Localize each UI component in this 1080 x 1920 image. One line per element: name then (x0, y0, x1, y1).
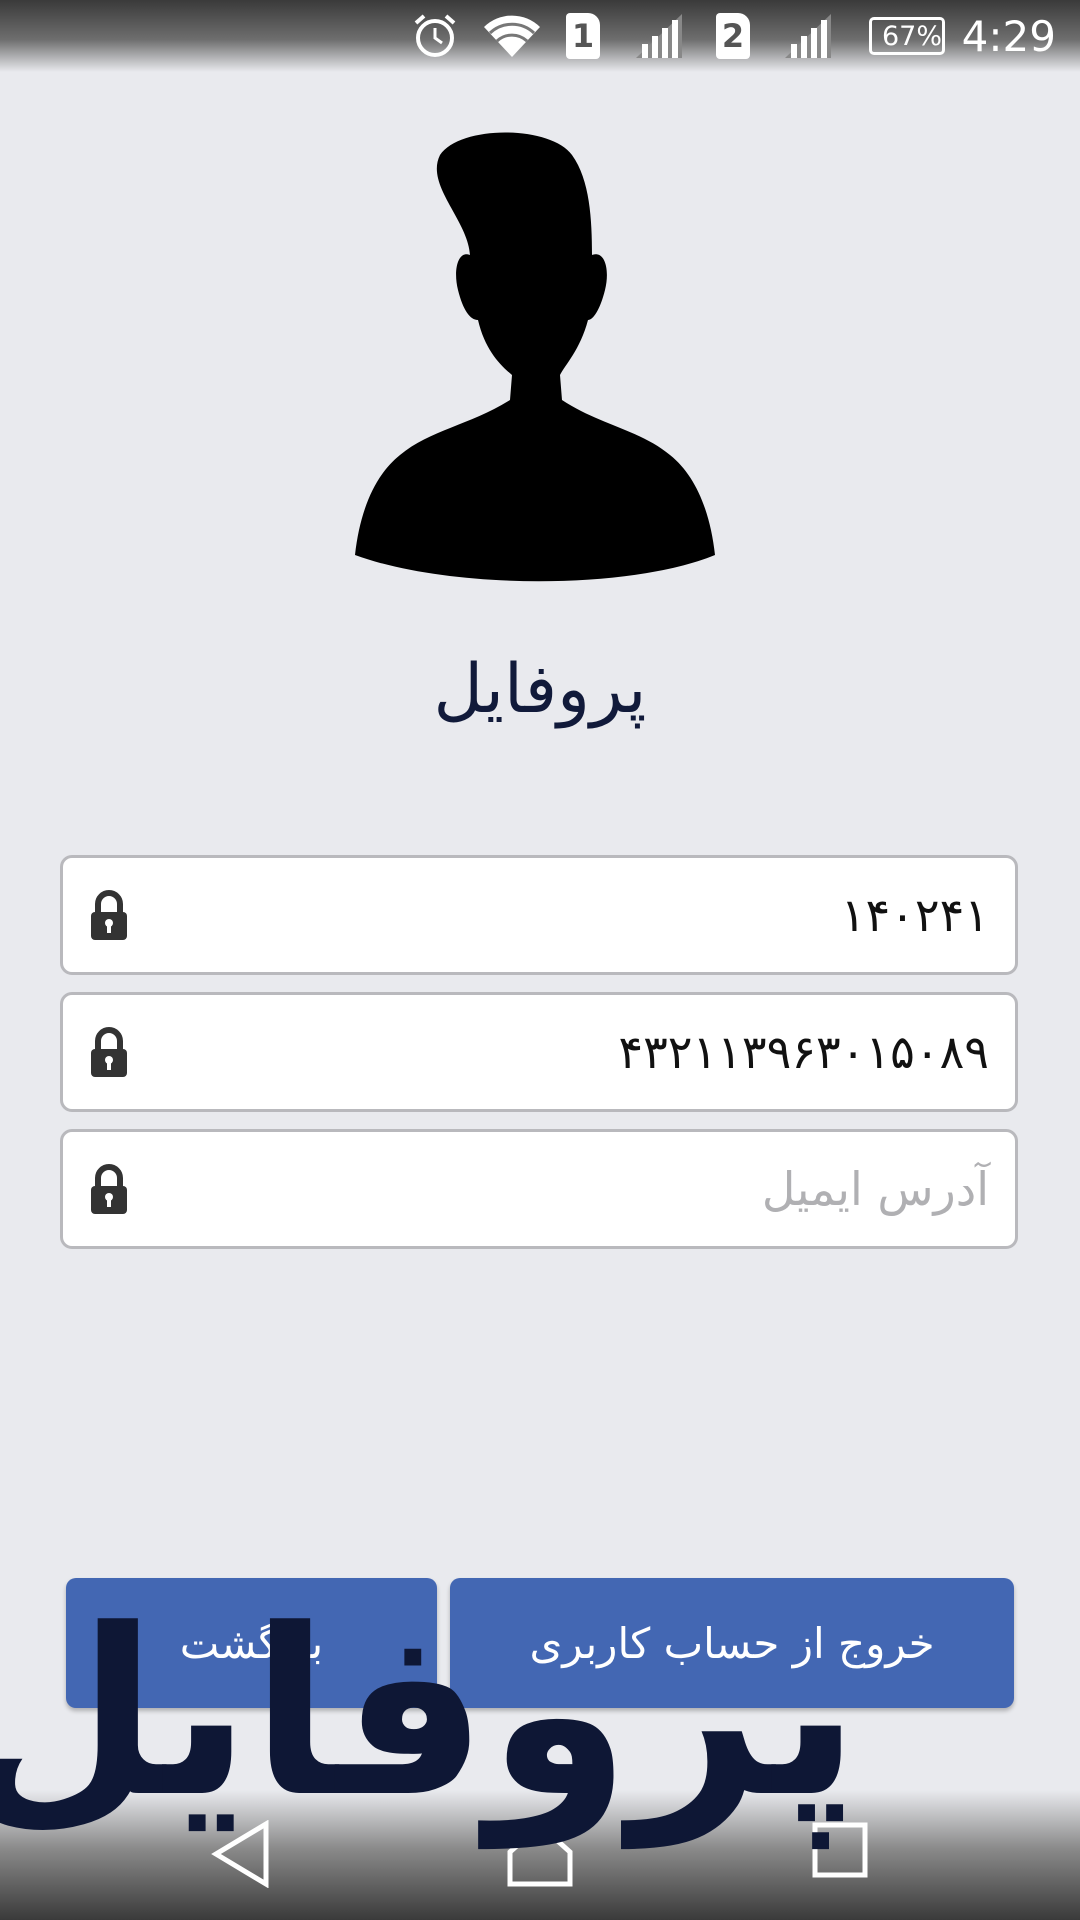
lock-icon (91, 890, 127, 940)
page-title: پروفایل (433, 650, 647, 729)
sim2-number: 2 (716, 13, 750, 59)
national-code-field[interactable]: ۴۳۲۱۱۳۹۶۳۰۱۵۰۸۹ (60, 992, 1018, 1112)
battery-level: 67% (882, 20, 943, 52)
lock-icon (91, 1164, 127, 1214)
user-id-value: ۱۴۰۲۴۱ (840, 888, 989, 942)
signal-icon (785, 0, 831, 72)
time-text: 4:29 (961, 11, 1056, 61)
email-placeholder: آدرس ایمیل (761, 1162, 989, 1216)
clock: 4:29 (962, 0, 1056, 72)
signal-icon (636, 0, 682, 72)
overlay-title: پروفایل (0, 1581, 864, 1848)
lock-icon (91, 1027, 127, 1077)
battery-icon: 67% (869, 0, 945, 72)
user-id-field[interactable]: ۱۴۰۲۴۱ (60, 855, 1018, 975)
sim2-icon: 2 (716, 0, 750, 72)
national-code-value: ۴۳۲۱۱۳۹۶۳۰۱۵۰۸۹ (618, 1025, 989, 1079)
wifi-icon (482, 0, 542, 72)
email-field[interactable]: آدرس ایمیل (60, 1129, 1018, 1249)
battery-body: 67% (869, 17, 945, 55)
sim1-number: 1 (566, 13, 600, 59)
alarm-icon (412, 0, 458, 72)
avatar-silhouette (355, 132, 715, 582)
sim1-icon: 1 (566, 0, 600, 72)
